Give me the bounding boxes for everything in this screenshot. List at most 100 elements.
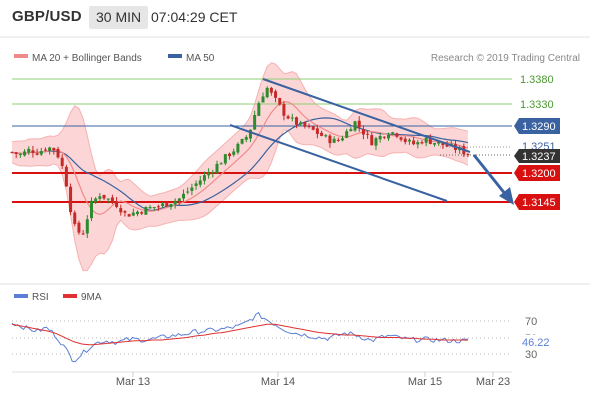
candle-body <box>424 137 428 143</box>
rsi-current-value: 46.22 <box>522 337 550 349</box>
tag-s1: 1.3200 <box>522 168 556 180</box>
candle-body <box>207 172 211 176</box>
candle-body <box>324 135 328 137</box>
forecast-arrow <box>472 154 514 205</box>
candle-body <box>119 208 123 213</box>
candle-body <box>433 143 437 145</box>
candle-body <box>407 139 411 142</box>
ma20-legend-swatch <box>14 54 28 58</box>
candle-body <box>374 138 378 146</box>
bollinger-band <box>12 62 468 271</box>
candle-body <box>265 87 269 98</box>
candle-body <box>286 116 290 119</box>
candle-body <box>177 198 181 202</box>
ma50-legend-label: MA 50 <box>186 53 215 64</box>
candle-body <box>85 219 89 234</box>
candle-body <box>156 206 160 208</box>
candle-body <box>202 175 206 181</box>
chart-page: GBP/USD 30 MIN 07:04:29 CET MA 20 + Boll… <box>0 0 590 400</box>
candle-body <box>391 132 395 134</box>
candle-body <box>311 126 315 130</box>
tag-pivot: 1.3290 <box>522 121 556 133</box>
ma9-legend-label: 9MA <box>81 292 102 303</box>
candle-body <box>303 122 307 127</box>
candle-body <box>144 207 148 215</box>
main-legend: MA 20 + Bollinger Bands MA 50 <box>14 53 215 64</box>
tag-r2: 1.3380 <box>520 74 554 86</box>
candle-body <box>173 200 177 205</box>
candle-body <box>106 198 110 200</box>
candle-body <box>73 212 77 224</box>
candle-body <box>148 206 152 209</box>
candle-body <box>169 203 173 207</box>
candle-body <box>466 153 470 155</box>
candle-body <box>127 214 131 217</box>
candle-body <box>399 137 403 140</box>
x-label-mar23: Mar 23 <box>476 376 510 388</box>
candle-body <box>123 211 127 213</box>
candle-body <box>43 149 47 151</box>
candle-body <box>244 137 248 140</box>
candle-body <box>98 196 102 199</box>
ma50-legend-swatch <box>168 54 182 58</box>
candle-body <box>152 207 156 209</box>
candle-body <box>215 163 219 174</box>
candle-body <box>357 120 361 128</box>
candle-body <box>366 133 370 135</box>
chart-svg: MA 20 + Bollinger Bands MA 50 Research ©… <box>0 36 590 388</box>
candle-body <box>336 139 340 141</box>
candle-body <box>412 140 416 145</box>
candle-body <box>232 151 236 155</box>
candle-body <box>52 147 56 151</box>
rsi-ma9-line <box>11 323 468 346</box>
x-label-mar15: Mar 15 <box>408 376 442 388</box>
candle-body <box>219 163 223 165</box>
candle-body <box>236 143 240 153</box>
rsi-label-70: 70 <box>525 316 537 328</box>
candle-body <box>115 201 119 207</box>
attribution-text: Research © 2019 Trading Central <box>431 53 580 64</box>
candle-body <box>48 147 52 151</box>
candle-body <box>211 172 215 174</box>
candle-body <box>299 122 303 125</box>
candle-body <box>340 138 344 141</box>
candle-body <box>274 91 278 98</box>
candle-body <box>64 166 68 187</box>
candle-body <box>31 150 35 154</box>
candle-body <box>140 212 144 214</box>
candle-body <box>361 129 365 135</box>
candle-body <box>253 114 257 130</box>
candle-body <box>320 132 324 136</box>
candle-body <box>315 128 319 134</box>
candle-body <box>39 151 43 155</box>
rsi-label-30: 30 <box>525 349 537 361</box>
candle-body <box>294 117 298 125</box>
candle-body <box>307 125 311 127</box>
rsi-legend-label: RSI <box>32 292 49 303</box>
candle-body <box>56 148 60 158</box>
price-tags: 1.3380 1.3330 1.3290 1.3251 1.3237 1.320… <box>514 71 564 210</box>
x-label-mar13: Mar 13 <box>116 376 150 388</box>
rsi-legend: RSI 9MA <box>14 292 102 303</box>
candle-body <box>345 131 349 138</box>
candle-body <box>18 154 22 156</box>
candle-body <box>332 138 336 143</box>
candle-body <box>261 96 265 103</box>
candle-body <box>387 134 391 139</box>
candle-body <box>89 200 93 219</box>
candle-body <box>403 138 407 142</box>
candle-body <box>165 202 169 207</box>
candle-body <box>190 187 194 191</box>
candle-body <box>110 197 114 203</box>
candle-body <box>77 222 81 233</box>
candle-body <box>349 129 353 132</box>
candle-body <box>186 191 190 193</box>
candle-body <box>228 153 232 157</box>
candle-body <box>290 117 294 119</box>
candle-body <box>223 154 227 164</box>
candle-body <box>353 121 357 131</box>
candle-body <box>102 194 106 199</box>
candle-body <box>198 180 202 185</box>
candle-body <box>131 212 135 216</box>
candle-body <box>395 133 399 137</box>
